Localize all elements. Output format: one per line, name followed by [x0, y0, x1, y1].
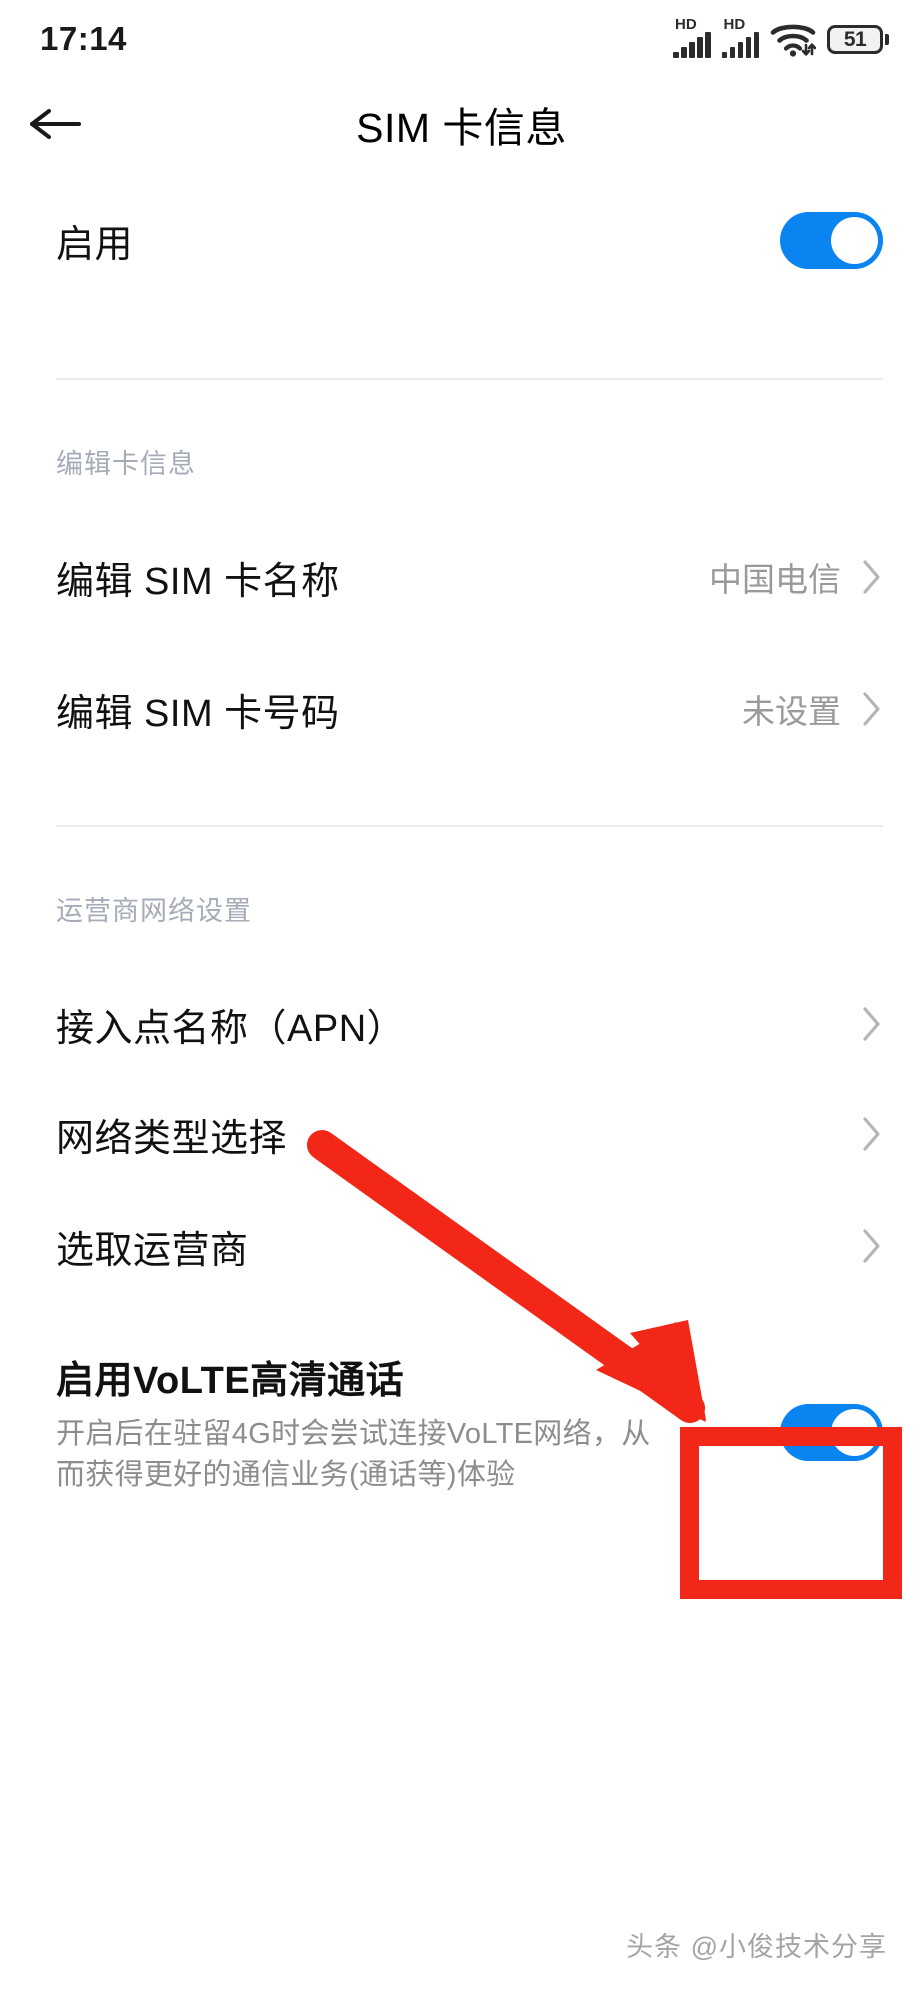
signal-bars-1 — [673, 32, 711, 58]
wifi-icon — [770, 24, 816, 57]
hd-signal-icon-1: HD — [673, 16, 711, 58]
enable-toggle[interactable] — [780, 211, 883, 269]
row-select-carrier[interactable]: 选取运营商 — [0, 1192, 923, 1300]
battery-level-text: 51 — [843, 27, 867, 51]
battery-tip — [885, 33, 889, 45]
page-title: SIM 卡信息 — [356, 105, 567, 151]
enable-toggle-knob — [831, 216, 878, 264]
row-network-type[interactable]: 网络类型选择 — [0, 1080, 923, 1188]
row-edit-sim-number[interactable]: 编辑 SIM 卡号码 未设置 — [0, 659, 923, 759]
volte-toggle[interactable] — [780, 1404, 883, 1461]
row-network-type-right — [861, 1115, 883, 1153]
phone-screen: 17:14 HD HD 51 SIM 卡信息 启用 编辑卡信息 编辑 SIM 卡… — [0, 0, 923, 2000]
status-icons: HD HD 51 — [673, 16, 889, 58]
row-edit-sim-number-right: 未设置 — [742, 685, 883, 733]
row-edit-sim-number-value: 未设置 — [742, 693, 841, 730]
row-volte-description: 开启后在驻留4G时会尝试连接VoLTE网络，从而获得更好的通信业务(通话等)体验 — [56, 1417, 651, 1491]
chevron-right-icon — [863, 1229, 880, 1263]
watermark: 头条 @小俊技术分享 — [626, 1932, 887, 1962]
row-volte[interactable]: 启用VoLTE高清通话 开启后在驻留4G时会尝试连接VoLTE网络，从而获得更好… — [0, 1358, 923, 1496]
enable-row-label: 启用 — [56, 223, 134, 266]
row-select-carrier-right — [861, 1227, 883, 1265]
section-header-carrier: 运营商网络设置 — [56, 896, 252, 926]
row-apn-right — [861, 1005, 883, 1043]
row-edit-sim-name-label: 编辑 SIM 卡名称 — [56, 560, 340, 603]
enable-row[interactable]: 启用 — [0, 170, 923, 310]
back-arrow-icon — [30, 109, 81, 139]
chevron-right-icon — [863, 1007, 880, 1041]
row-network-type-label: 网络类型选择 — [56, 1117, 288, 1160]
battery-icon: 51 — [827, 24, 889, 54]
row-select-carrier-label: 选取运营商 — [56, 1229, 249, 1272]
row-volte-texts: 启用VoLTE高清通话 开启后在驻留4G时会尝试连接VoLTE网络，从而获得更好… — [56, 1358, 656, 1496]
chevron-right-icon — [863, 692, 880, 726]
signal-bars-2 — [721, 32, 759, 58]
row-edit-sim-name[interactable]: 编辑 SIM 卡名称 中国电信 — [0, 527, 923, 627]
row-edit-sim-name-value: 中国电信 — [709, 561, 841, 598]
row-apn[interactable]: 接入点名称（APN） — [0, 972, 923, 1076]
hd-signal-icon-2: HD — [721, 16, 759, 58]
row-apn-label: 接入点名称（APN） — [56, 1007, 406, 1050]
settings-list: 启用 编辑卡信息 编辑 SIM 卡名称 中国电信 编辑 SIM 卡号码 未设置 — [0, 170, 923, 1496]
app-bar: SIM 卡信息 — [0, 78, 923, 170]
chevron-right-icon — [863, 1117, 880, 1151]
battery-body: 51 — [827, 24, 883, 54]
hd-label-1: HD — [675, 16, 697, 33]
chevron-right-icon — [863, 560, 880, 594]
back-button[interactable] — [0, 78, 110, 170]
status-bar: 17:14 HD HD 51 — [0, 0, 923, 78]
status-time: 17:14 — [40, 20, 127, 57]
row-edit-sim-number-label: 编辑 SIM 卡号码 — [56, 692, 340, 735]
hd-label-2: HD — [723, 16, 746, 33]
row-volte-title: 启用VoLTE高清通话 — [56, 1360, 405, 1402]
section-header-card-info: 编辑卡信息 — [56, 449, 196, 479]
volte-toggle-knob — [831, 1409, 878, 1456]
row-edit-sim-name-right: 中国电信 — [709, 553, 883, 601]
